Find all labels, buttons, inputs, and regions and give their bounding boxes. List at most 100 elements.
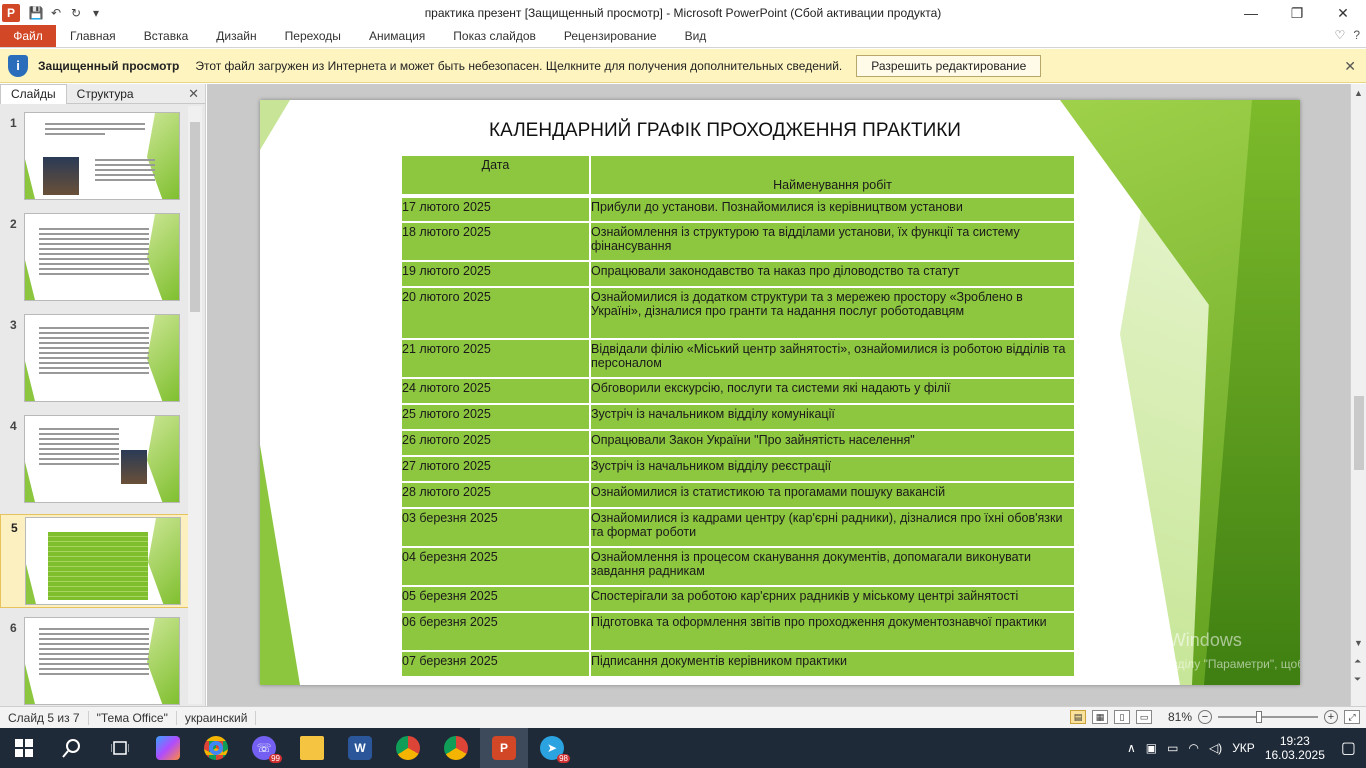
cell-work[interactable]: Відвідали філію «Міський центр зайнятост… [590, 339, 1076, 379]
table-row[interactable]: 03 березня 2025 Ознайомилися із кадрами ц… [402, 508, 1076, 548]
reading-view-icon[interactable]: ▯ [1113, 710, 1130, 724]
zoom-out-button[interactable]: − [1198, 710, 1212, 724]
zoom-slider[interactable] [1218, 711, 1318, 723]
tab-file[interactable]: Файл [0, 25, 56, 47]
cell-work[interactable]: Підписання документів керівником практик… [590, 651, 1076, 678]
clock[interactable]: 19:23 16.03.2025 [1265, 734, 1325, 762]
table-row[interactable]: 24 лютого 2025 Обговорили екскурсію, посл… [402, 378, 1076, 405]
tab-transitions[interactable]: Переходы [271, 25, 355, 47]
cell-work[interactable]: Опрацювали законодавство та наказ про ді… [590, 261, 1076, 288]
schedule-table[interactable]: Дата Найменування робіт 17 лютого 2025 Пр… [402, 156, 1076, 678]
cell-date[interactable]: 18 лютого 2025 [402, 222, 591, 262]
cell-work[interactable]: Ознайомлення із структурою та відділами … [590, 222, 1076, 262]
slides-panel-close-icon[interactable]: ✕ [188, 86, 199, 102]
tab-home[interactable]: Главная [56, 25, 130, 47]
protected-view-close-icon[interactable]: ✕ [1344, 58, 1356, 75]
slide-thumbnail-5[interactable]: 5 [0, 514, 190, 608]
tab-review[interactable]: Рецензирование [550, 25, 671, 47]
task-view-icon[interactable] [96, 728, 144, 768]
next-slide-icon[interactable]: ⏷ [1354, 674, 1361, 685]
language-indicator[interactable]: украинский [177, 710, 257, 725]
zoom-level[interactable]: 81% [1168, 710, 1192, 724]
copilot-icon[interactable] [144, 728, 192, 768]
windows-start-icon[interactable] [0, 728, 48, 768]
redo-icon[interactable]: ↻ [66, 3, 86, 23]
keyboard-language[interactable]: УКР [1232, 741, 1255, 755]
slideshow-view-icon[interactable]: ▭ [1135, 710, 1152, 724]
cell-date[interactable]: 28 лютого 2025 [402, 482, 591, 509]
cell-work[interactable]: Ознайомлення із процесом сканування доку… [590, 547, 1076, 587]
cell-date[interactable]: 03 березня 2025 [402, 508, 591, 548]
maximize-button[interactable]: ❐ [1274, 0, 1320, 26]
scrollbar-thumb[interactable] [1354, 396, 1364, 470]
cell-date[interactable]: 25 лютого 2025 [402, 404, 591, 431]
slide-title[interactable]: КАЛЕНДАРНИЙ ГРАФІК ПРОХОДЖЕННЯ ПРАКТИКИ [400, 120, 1050, 142]
cell-date[interactable]: 17 лютого 2025 [402, 196, 591, 223]
tab-outline[interactable]: Структура [67, 84, 144, 104]
slide-sorter-view-icon[interactable]: ▦ [1091, 710, 1108, 724]
word-icon[interactable]: W [336, 728, 384, 768]
cell-date[interactable]: 06 березня 2025 [402, 612, 591, 652]
table-row[interactable]: 17 лютого 2025 Прибули до установи. Позна… [402, 196, 1076, 223]
table-row[interactable]: 04 березня 2025 Ознайомлення із процесом … [402, 547, 1076, 587]
table-row[interactable]: 06 березня 2025 Підготовка та оформлення … [402, 612, 1076, 652]
table-row[interactable]: 19 лютого 2025 Опрацювали законодавство т… [402, 261, 1076, 288]
cell-date[interactable]: 19 лютого 2025 [402, 261, 591, 288]
powerpoint-app-icon[interactable]: P [2, 4, 20, 22]
cell-work[interactable]: Підготовка та оформлення звітів про прох… [590, 612, 1076, 652]
table-row[interactable]: 27 лютого 2025 Зустріч із начальником від… [402, 456, 1076, 483]
cell-date[interactable]: 26 лютого 2025 [402, 430, 591, 457]
cell-date[interactable]: 07 березня 2025 [402, 651, 591, 678]
table-row[interactable]: 26 лютого 2025 Опрацювали Закон України "… [402, 430, 1076, 457]
table-row[interactable]: 18 лютого 2025 Ознайомлення із структуро… [402, 222, 1076, 262]
slide-thumbnail-6[interactable]: 6 [0, 615, 190, 709]
show-hidden-icons-icon[interactable]: ∧ [1127, 741, 1136, 755]
viber-icon[interactable]: ☏ 99 [240, 728, 288, 768]
cell-date[interactable]: 21 лютого 2025 [402, 339, 591, 379]
tab-slides[interactable]: Слайды [0, 83, 67, 104]
notifications-icon[interactable]: ▢ [1341, 738, 1356, 758]
cell-work[interactable]: Прибули до установи. Познайомилися із ке… [590, 196, 1076, 223]
slides-panel-scrollbar[interactable] [188, 106, 202, 704]
cell-work[interactable]: Ознайомилися із кадрами центру (кар'єрні… [590, 508, 1076, 548]
cell-work[interactable]: Зустріч із начальником відділу реєстраці… [590, 456, 1076, 483]
file-explorer-icon[interactable] [288, 728, 336, 768]
minimize-button[interactable]: — [1228, 0, 1274, 26]
normal-view-icon[interactable]: ▤ [1069, 710, 1086, 724]
tab-view[interactable]: Вид [671, 25, 721, 47]
theme-name[interactable]: "Тема Office" [89, 710, 177, 725]
wifi-icon[interactable]: ◠ [1188, 741, 1198, 755]
cell-date[interactable]: 04 березня 2025 [402, 547, 591, 587]
save-icon[interactable]: 💾 [26, 3, 46, 23]
tab-insert[interactable]: Вставка [130, 25, 203, 47]
slide-canvas[interactable]: КАЛЕНДАРНИЙ ГРАФІК ПРОХОДЖЕННЯ ПРАКТИКИ … [260, 100, 1300, 685]
tab-animations[interactable]: Анимация [355, 25, 439, 47]
slide-thumbnail-4[interactable]: 4 [0, 413, 190, 507]
volume-icon[interactable]: ◁) [1209, 741, 1222, 755]
previous-slide-icon[interactable]: ⏶ [1354, 656, 1361, 667]
slide-thumbnail-2[interactable]: 2 [0, 211, 190, 305]
cell-work[interactable]: Ознайомилися із статистикою та прогамами… [590, 482, 1076, 509]
customize-qat-icon[interactable]: ▾ [86, 3, 106, 23]
slide-thumbnail-3[interactable]: 3 [0, 312, 190, 406]
slide-vertical-scrollbar[interactable]: ▲ ▼ ⏶ ⏷ [1350, 84, 1366, 706]
table-row[interactable]: 07 березня 2025 Підписання документів кер… [402, 651, 1076, 678]
cell-work[interactable]: Спостерігали за роботою кар'єрних радник… [590, 586, 1076, 613]
cell-work[interactable]: Опрацювали Закон України "Про зайнятість… [590, 430, 1076, 457]
table-row[interactable]: 28 лютого 2025 Ознайомилися із статистико… [402, 482, 1076, 509]
zoom-in-button[interactable]: + [1324, 710, 1338, 724]
close-button[interactable]: ✕ [1320, 0, 1366, 26]
meet-now-icon[interactable]: ▣ [1146, 741, 1157, 755]
scroll-down-icon[interactable]: ▼ [1354, 638, 1363, 648]
ribbon-expand-icon[interactable]: ♡ [1335, 28, 1346, 42]
help-icon[interactable]: ? [1353, 28, 1360, 42]
zoom-slider-knob[interactable] [1256, 711, 1263, 723]
search-icon[interactable] [48, 728, 96, 768]
cell-date[interactable]: 24 лютого 2025 [402, 378, 591, 405]
chrome-profile-icon[interactable] [384, 728, 432, 768]
undo-icon[interactable]: ↶ [46, 3, 66, 23]
tab-design[interactable]: Дизайн [202, 25, 270, 47]
battery-icon[interactable]: ▭ [1167, 741, 1178, 755]
table-row[interactable]: 25 лютого 2025 Зустріч із начальником від… [402, 404, 1076, 431]
scroll-up-icon[interactable]: ▲ [1354, 88, 1363, 98]
